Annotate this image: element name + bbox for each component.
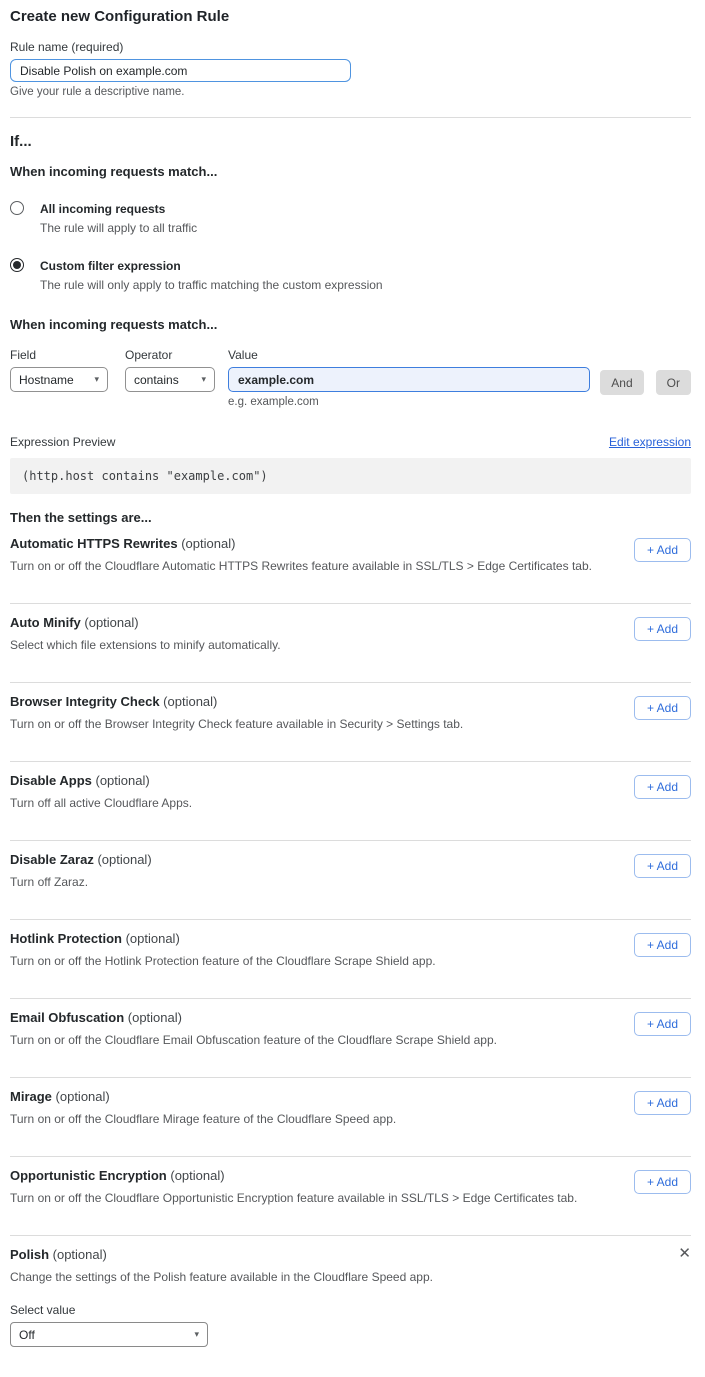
setting-description: Turn on or off the Cloudflare Email Obfu… xyxy=(10,1033,691,1047)
setting-name: Opportunistic Encryption xyxy=(10,1168,167,1183)
setting-name: Hotlink Protection xyxy=(10,931,122,946)
option-description: The rule will only apply to traffic matc… xyxy=(40,278,383,292)
setting-description: Change the settings of the Polish featur… xyxy=(10,1270,691,1284)
rule-name-input[interactable] xyxy=(10,59,351,82)
setting-description: Turn on or off the Cloudflare Opportunis… xyxy=(10,1191,691,1205)
setting-optional: (optional) xyxy=(126,931,180,946)
setting-row-browser-integrity-check: Browser Integrity Check (optional) Turn … xyxy=(10,683,691,762)
radio-all-incoming-icon[interactable] xyxy=(10,201,24,215)
option-label: All incoming requests xyxy=(40,202,165,216)
chevron-down-icon: ▾ xyxy=(194,1329,199,1340)
setting-row-mirage: Mirage (optional) Turn on or off the Clo… xyxy=(10,1078,691,1157)
rule-name-helper: Give your rule a descriptive name. xyxy=(10,86,691,98)
page-title: Create new Configuration Rule xyxy=(10,8,691,25)
setting-row-hotlink-protection: Hotlink Protection (optional) Turn on or… xyxy=(10,920,691,999)
chevron-down-icon: ▾ xyxy=(201,374,206,385)
polish-value-select[interactable]: Off ▾ xyxy=(10,1322,208,1347)
setting-name: Mirage xyxy=(10,1089,52,1104)
if-heading: If... xyxy=(10,133,691,150)
setting-description: Select which file extensions to minify a… xyxy=(10,638,691,652)
setting-optional: (optional) xyxy=(84,615,138,630)
setting-name: Browser Integrity Check xyxy=(10,694,160,709)
add-disable-apps-button[interactable]: + Add xyxy=(634,775,691,799)
setting-description: Turn off all active Cloudflare Apps. xyxy=(10,796,691,810)
setting-row-disable-apps: Disable Apps (optional) Turn off all act… xyxy=(10,762,691,841)
or-button[interactable]: Or xyxy=(656,370,691,395)
edit-expression-link[interactable]: Edit expression xyxy=(609,435,691,449)
setting-row-disable-zaraz: Disable Zaraz (optional) Turn off Zaraz.… xyxy=(10,841,691,920)
setting-description: Turn on or off the Cloudflare Mirage fea… xyxy=(10,1112,691,1126)
setting-description: Turn on or off the Cloudflare Automatic … xyxy=(10,559,691,573)
configuration-rule-form: Create new Configuration Rule Rule name … xyxy=(0,0,705,1377)
and-button[interactable]: And xyxy=(600,370,643,395)
setting-description: Turn off Zaraz. xyxy=(10,875,691,889)
expression-preview-code: (http.host contains "example.com") xyxy=(10,458,691,494)
setting-row-auto-minify: Auto Minify (optional) Select which file… xyxy=(10,604,691,683)
setting-name: Auto Minify xyxy=(10,615,81,630)
option-custom-filter-expression[interactable]: Custom filter expression The rule will o… xyxy=(10,257,691,292)
add-opportunistic-encryption-button[interactable]: + Add xyxy=(634,1170,691,1194)
add-hotlink-protection-button[interactable]: + Add xyxy=(634,933,691,957)
setting-name: Disable Zaraz xyxy=(10,852,94,867)
setting-name: Disable Apps xyxy=(10,773,92,788)
option-label: Custom filter expression xyxy=(40,259,181,273)
chevron-down-icon: ▾ xyxy=(94,374,99,385)
setting-description: Turn on or off the Hotlink Protection fe… xyxy=(10,954,691,968)
add-browser-integrity-check-button[interactable]: + Add xyxy=(634,696,691,720)
operator-label: Operator xyxy=(125,348,215,362)
add-mirage-button[interactable]: + Add xyxy=(634,1091,691,1115)
add-automatic-https-rewrites-button[interactable]: + Add xyxy=(634,538,691,562)
expression-preview-header: Expression Preview Edit expression xyxy=(10,435,691,449)
rule-name-label: Rule name (required) xyxy=(10,40,691,54)
setting-name: Email Obfuscation xyxy=(10,1010,124,1025)
setting-optional: (optional) xyxy=(96,773,150,788)
setting-description: Turn on or off the Browser Integrity Che… xyxy=(10,717,691,731)
add-disable-zaraz-button[interactable]: + Add xyxy=(634,854,691,878)
divider xyxy=(10,117,691,118)
setting-optional: (optional) xyxy=(128,1010,182,1025)
then-heading: Then the settings are... xyxy=(10,510,691,525)
setting-row-polish: Polish (optional) ✕ Change the settings … xyxy=(10,1236,691,1377)
setting-optional: (optional) xyxy=(181,536,235,551)
setting-row-email-obfuscation: Email Obfuscation (optional) Turn on or … xyxy=(10,999,691,1078)
setting-name: Polish xyxy=(10,1247,49,1262)
setting-optional: (optional) xyxy=(56,1089,110,1104)
setting-name: Automatic HTTPS Rewrites xyxy=(10,536,178,551)
field-select[interactable]: Hostname ▾ xyxy=(10,367,108,392)
value-input[interactable] xyxy=(228,367,590,392)
value-label: Value xyxy=(228,348,590,362)
expression-preview-label: Expression Preview xyxy=(10,435,115,449)
value-helper: e.g. example.com xyxy=(228,396,590,408)
operator-select[interactable]: contains ▾ xyxy=(125,367,215,392)
setting-optional: (optional) xyxy=(170,1168,224,1183)
setting-optional: (optional) xyxy=(163,694,217,709)
select-value-label: Select value xyxy=(10,1303,691,1317)
builder-heading: When incoming requests match... xyxy=(10,317,691,332)
setting-row-automatic-https-rewrites: Automatic HTTPS Rewrites (optional) Turn… xyxy=(10,525,691,604)
setting-optional: (optional) xyxy=(97,852,151,867)
field-label: Field xyxy=(10,348,108,362)
option-description: The rule will apply to all traffic xyxy=(40,221,197,235)
add-email-obfuscation-button[interactable]: + Add xyxy=(634,1012,691,1036)
match-heading: When incoming requests match... xyxy=(10,164,691,179)
option-all-incoming-requests[interactable]: All incoming requests The rule will appl… xyxy=(10,200,691,235)
close-icon[interactable]: ✕ xyxy=(678,1246,691,1261)
radio-custom-expression-icon[interactable] xyxy=(10,258,24,272)
add-auto-minify-button[interactable]: + Add xyxy=(634,617,691,641)
setting-row-opportunistic-encryption: Opportunistic Encryption (optional) Turn… xyxy=(10,1157,691,1236)
setting-optional: (optional) xyxy=(53,1247,107,1262)
expression-builder-row: Field Hostname ▾ Operator contains ▾ Val… xyxy=(10,348,691,408)
